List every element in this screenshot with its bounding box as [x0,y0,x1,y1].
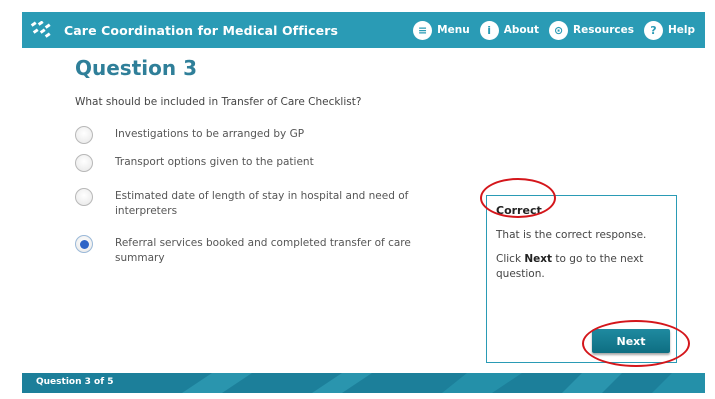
footer-bar: Question 3 of 5 [22,373,705,393]
help-icon: ? [643,20,663,40]
instruction-next-word: Next [524,253,553,265]
option-transport[interactable]: Transport options given to the patient [75,154,453,172]
app-title: Care Coordination for Medical Officers [64,22,339,38]
nav-help[interactable]: ? Help [643,20,695,40]
app-window: Care Coordination for Medical Officers ≡… [0,0,715,399]
resources-icon: ⊙ [549,20,569,40]
question-title: Question 3 [75,56,197,80]
option-label: Investigations to be arranged by GP [115,128,305,140]
feedback-panel: Correct That is the correct response. Cl… [486,195,677,363]
footer-wave-decoration [182,373,705,393]
option-referral-services[interactable]: Referral services booked and completed t… [75,235,453,266]
radio-button[interactable] [75,188,93,206]
top-nav: ≡ Menu i About ⊙ Resources ? Help [413,20,695,40]
option-label: Referral services booked and completed t… [115,237,411,264]
radio-selected-dot [79,239,89,249]
logo-icon [26,15,56,45]
next-button[interactable]: Next [592,329,670,353]
radio-button[interactable] [75,126,93,144]
question-content: Question 3 What should be included in Tr… [22,48,705,373]
nav-about[interactable]: i About [479,20,540,40]
nav-about-label: About [503,24,540,36]
radio-button[interactable] [75,154,93,172]
progress-text: Question 3 of 5 [36,377,114,387]
option-label: Transport options given to the patient [115,156,314,168]
feedback-instruction: Click Next to go to the next question. [496,252,671,282]
nav-menu[interactable]: ≡ Menu [413,20,470,40]
nav-help-label: Help [667,24,695,36]
option-investigations[interactable]: Investigations to be arranged by GP [75,126,453,144]
option-length-of-stay[interactable]: Estimated date of length of stay in hosp… [75,188,453,219]
header-bar: Care Coordination for Medical Officers ≡… [22,12,705,48]
nav-menu-label: Menu [437,24,470,36]
radio-button-selected[interactable] [75,235,93,253]
question-text: What should be included in Transfer of C… [75,96,362,108]
info-icon: i [479,20,499,40]
feedback-title: Correct [496,204,542,217]
menu-icon: ≡ [413,20,433,40]
option-label: Estimated date of length of stay in hosp… [115,190,409,217]
feedback-message: That is the correct response. [496,229,647,241]
nav-resources[interactable]: ⊙ Resources [549,20,634,40]
nav-resources-label: Resources [573,24,634,36]
instruction-prefix: Click [496,253,525,265]
